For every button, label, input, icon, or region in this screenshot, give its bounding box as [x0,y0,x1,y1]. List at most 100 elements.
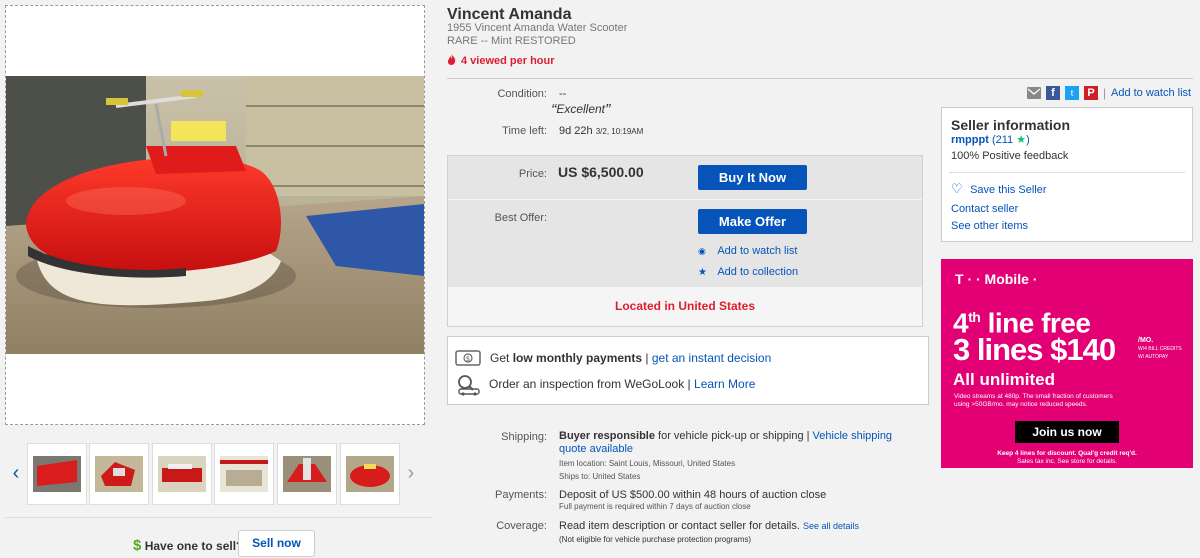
seller-separator [949,172,1185,173]
ad-fine-a: W/4 BILL CREDITS [1138,346,1182,352]
make-offer-button[interactable]: Make Offer [698,209,807,234]
ad-footer-1: Keep 4 lines for discount. Qual'g credit… [997,450,1137,457]
ships-to-value: United States [592,472,641,481]
tmobile-logo: T · · Mobile · [955,271,1038,287]
email-share-icon[interactable] [1027,87,1041,99]
ad-fine-b: W/ AUTOPAY [1138,354,1169,360]
sell-separator [5,517,433,518]
inspection-sep: | [684,377,695,391]
share-divider: | [1103,86,1107,100]
condition-label: Condition: [497,88,547,100]
dollar-icon: $ [133,537,142,554]
coverage-text: Read item description or contact seller … [559,520,800,532]
payments-deposit: Deposit of US $500.00 within 48 hours of… [559,489,827,501]
buy-it-now-button[interactable]: Buy It Now [698,165,807,190]
inspection-icon [455,374,481,399]
price-row-separator [448,199,922,200]
header-add-to-watch-list-link[interactable]: Add to watch list [1111,87,1191,99]
instant-decision-link[interactable]: get an instant decision [652,351,771,365]
payments-full: Full payment is required within 7 days o… [559,502,751,511]
price-label: Price: [518,168,547,180]
shipping-bold: Buyer responsible [559,430,655,442]
located-in-banner: Located in United States [448,287,922,326]
main-image[interactable] [6,76,424,354]
ad-fineprint: Video streams at 480p. The small fractio… [954,393,1113,409]
price-value: US $6,500.00 [558,164,644,180]
inspection-line: Order an inspection from WeGoLook | Lear… [489,377,755,391]
add-to-collection-text: Add to collection [717,266,799,278]
contact-seller-link[interactable]: Contact seller [951,203,1018,215]
flame-icon [447,54,456,65]
time-left-label: Time left: [502,125,547,137]
ad-line2-price: $140 [1050,332,1116,367]
twitter-share-icon[interactable]: t [1065,86,1079,100]
thumbnail-5[interactable] [277,443,337,505]
heart-icon: ♡ [951,181,963,196]
seller-name-link[interactable]: rmpppt [951,134,989,146]
see-other-items-link[interactable]: See other items [951,220,1028,232]
coverage-note: (Not eligible for vehicle purchase prote… [559,535,752,544]
tmobile-ad[interactable]: T · · Mobile · 4th line free 3 lines $14… [941,259,1193,468]
coverage-value: Read item description or contact seller … [559,520,859,532]
ad-fineprint-1: Video streams at 480p. The small fractio… [954,393,1113,400]
ad-line-2: 3 lines $140 [953,332,1116,367]
ships-to: Ships to: United States [559,472,640,481]
payments-label: Payments: [495,489,547,501]
viewed-per-hour: 4 viewed per hour [447,54,555,67]
thumbnail-4[interactable] [214,443,274,505]
star-icon: ★ [698,267,707,278]
add-to-watch-list-text: Add to watch list [717,245,798,257]
add-to-collection-link[interactable]: ★ Add to collection [698,264,798,278]
ad-line2-fine: /MO. W/4 BILL CREDITS W/ AUTOPAY [1138,337,1182,361]
thumbnails-prev-button[interactable]: ‹ [9,461,23,485]
thumbnail-1[interactable] [27,443,87,505]
quote-available-link[interactable]: quote available [559,443,633,455]
sell-prompt: $ Have one to sell? [133,537,243,554]
sell-question: Have one to sell? [144,539,244,553]
ad-line1-sup: th [968,309,981,325]
ad-footer: Keep 4 lines for discount. Qual'g credit… [941,450,1193,466]
viewed-text: 4 viewed per hour [461,55,555,67]
coverage-label: Coverage: [496,520,547,532]
thumbnail-6[interactable] [340,443,400,505]
time-left-value: 9d 22h [559,125,593,137]
ad-line-3: All unlimited [953,370,1055,389]
payments-bold: low monthly payments [512,351,643,365]
join-us-now-button[interactable]: Join us now [1015,421,1119,443]
add-to-watch-list-link[interactable]: ◉ Add to watch list [698,243,797,257]
sell-now-button[interactable]: Sell now [238,530,315,557]
seller-score-close: ) [1026,134,1030,146]
condition-quote-text: Excellent [556,102,606,116]
learn-more-link[interactable]: Learn More [694,377,755,391]
thumbnail-2[interactable] [89,443,149,505]
payments-sep: | [642,351,652,365]
best-offer-label: Best Offer: [494,212,547,224]
time-left: 9d 22h 3/2, 10:19AM [559,125,643,137]
facebook-share-icon[interactable]: f [1046,86,1060,100]
ad-fineprint-2: using >50GB/mo. may notice reduced speed… [954,401,1088,408]
subtitle-line-1: 1955 Vincent Amanda Water Scooter [447,22,628,34]
shipping-text: for vehicle pick-up or shipping | [654,430,810,442]
thumbnail-3[interactable] [152,443,212,505]
vehicle-shipping-link[interactable]: Vehicle shipping [813,430,893,442]
shipping-label: Shipping: [501,431,547,443]
seller-heading: Seller information [951,117,1071,133]
money-icon: $ [455,350,481,369]
seller-star-icon: ★ [1016,134,1027,146]
seller-score: (211 [991,134,1014,146]
save-seller-link[interactable]: ♡ Save this Seller [951,181,1047,196]
see-all-details-link[interactable]: See all details [803,521,859,531]
listing-subtitle: 1955 Vincent Amanda Water Scooter RARE -… [447,22,627,48]
thumbnails-next-button[interactable]: › [404,461,418,485]
item-location-label: Item location: [559,459,607,468]
time-left-date: 3/2, 10:19AM [595,127,644,136]
svg-text:$: $ [466,355,470,363]
ships-to-label: Ships to: [559,472,591,481]
subtitle-line-2: RARE -- Mint RESTORED [447,35,576,47]
eye-icon: ◉ [698,246,706,256]
seller-identity: rmpppt (211 ★) [951,133,1030,146]
ad-line2-a: 3 lines [953,332,1051,367]
payments-line: Get low monthly payments | get an instan… [490,351,771,365]
seller-feedback: 100% Positive feedback [951,150,1069,162]
pinterest-share-icon[interactable]: P [1084,86,1098,100]
